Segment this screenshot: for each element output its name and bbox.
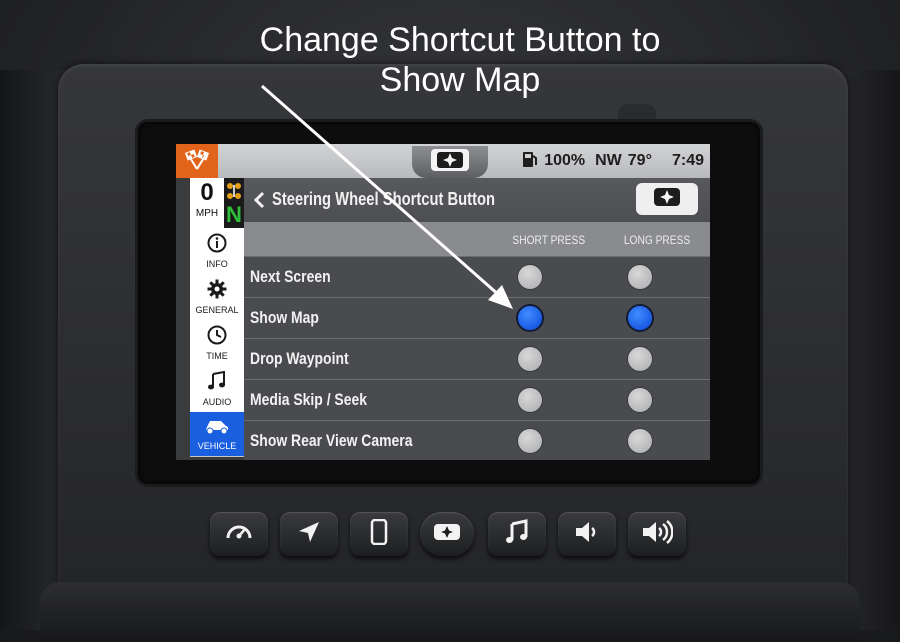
gear-icon: [207, 279, 227, 304]
hw-volume-down-button[interactable]: [558, 512, 616, 556]
navigation-arrow-icon: [297, 520, 321, 549]
status-bar: 100% NW 79° 7:49: [176, 144, 710, 178]
hw-home-button[interactable]: [420, 512, 474, 556]
hw-phone-button[interactable]: [350, 512, 408, 556]
fuel-level: 100%: [544, 152, 586, 169]
volume-up-icon: [641, 519, 674, 549]
nav-item-label: INFO: [206, 259, 228, 269]
column-header-long-press: LONG PRESS: [623, 233, 691, 247]
table-row: Next Screen: [244, 256, 710, 298]
column-header-short-press: SHORT PRESS: [512, 233, 586, 247]
long-press-radio[interactable]: [628, 429, 652, 453]
gear-value: N: [226, 202, 242, 227]
row-label: Show Rear View Camera: [250, 431, 413, 450]
row-label: Drop Waypoint: [250, 349, 349, 368]
nav-item-info[interactable]: INFO: [190, 228, 244, 275]
ride-mode-button[interactable]: [176, 144, 218, 178]
music-note-icon: [505, 518, 529, 550]
long-press-radio[interactable]: [628, 265, 652, 289]
short-press-radio[interactable]: [518, 388, 542, 412]
shortcut-button-preview[interactable]: [636, 183, 698, 215]
table-row: Media Skip / Seek: [244, 379, 710, 421]
gear-indicator: N: [224, 178, 244, 228]
nav-item-label: TIME: [206, 351, 228, 361]
fuel-pump-icon: [522, 150, 538, 173]
music-note-icon: [207, 370, 227, 396]
hardware-button-row: [210, 512, 690, 564]
polaris-star-icon: [430, 148, 470, 177]
nav-item-vehicle[interactable]: VEHICLE: [190, 412, 244, 457]
hw-navigation-button[interactable]: [280, 512, 338, 556]
polaris-star-icon: [649, 186, 685, 213]
long-press-radio[interactable]: [628, 388, 652, 412]
long-press-radio[interactable]: [628, 306, 652, 330]
home-tab-button[interactable]: [412, 146, 488, 178]
short-press-radio[interactable]: [518, 265, 542, 289]
nav-item-audio[interactable]: AUDIO: [190, 366, 244, 413]
phone-icon: [370, 518, 388, 550]
nav-item-label: VEHICLE: [197, 441, 237, 451]
page-title: Steering Wheel Shortcut Button: [272, 189, 496, 209]
lower-ledge: [40, 582, 860, 642]
checkered-flags-icon: [183, 148, 211, 175]
outside-temperature: 79°: [627, 152, 652, 169]
short-press-radio[interactable]: [518, 306, 542, 330]
nav-item-general[interactable]: GENERAL: [190, 274, 244, 321]
hw-volume-up-button[interactable]: [628, 512, 686, 556]
speed-value: 0: [200, 179, 214, 206]
annotation-caption: Change Shortcut Button to Show Map: [100, 20, 820, 100]
annotation-line-1: Change Shortcut Button to: [259, 21, 661, 59]
table-row: Show Rear View Camera: [244, 420, 710, 460]
polaris-star-icon: [432, 522, 462, 547]
hw-audio-button[interactable]: [488, 512, 546, 556]
nav-item-label: GENERAL: [195, 305, 239, 315]
speed-unit: MPH: [195, 208, 219, 219]
back-button[interactable]: [252, 190, 266, 215]
chevron-left-icon: [252, 191, 266, 214]
long-press-radio[interactable]: [628, 347, 652, 371]
short-press-radio[interactable]: [518, 429, 542, 453]
clock-icon: [207, 325, 227, 350]
clock-time: 7:49: [671, 152, 704, 169]
annotation-line-2: Show Map: [379, 61, 541, 99]
row-label: Media Skip / Seek: [250, 390, 368, 409]
table-row: Drop Waypoint: [244, 338, 710, 380]
compass-heading: NW: [595, 152, 622, 169]
page-header: Steering Wheel Shortcut Button: [244, 178, 710, 222]
row-label: Show Map: [250, 308, 319, 327]
gauge-icon: [225, 520, 253, 549]
table-row: Show Map: [244, 297, 710, 339]
drive-mode-icon: [224, 178, 244, 204]
nav-item-time[interactable]: TIME: [190, 320, 244, 367]
info-icon: [207, 233, 227, 258]
vehicle-icon: [204, 417, 230, 440]
status-indicators: 100% NW 79° 7:49: [522, 144, 704, 178]
hw-gauge-button[interactable]: [210, 512, 268, 556]
settings-panel: Steering Wheel Shortcut Button SHORT PRE…: [244, 178, 710, 460]
left-nav: 0 MPH N INFO GENERAL TIME AUDIO VEHICLE: [190, 178, 244, 460]
short-press-radio[interactable]: [518, 347, 542, 371]
speedometer: 0 MPH: [190, 178, 224, 228]
volume-down-icon: [573, 520, 601, 549]
nav-item-label: AUDIO: [202, 397, 232, 407]
touch-screen: 100% NW 79° 7:49 0 MPH N INFO GENERAL TI…: [176, 144, 710, 460]
row-label: Next Screen: [250, 267, 331, 286]
